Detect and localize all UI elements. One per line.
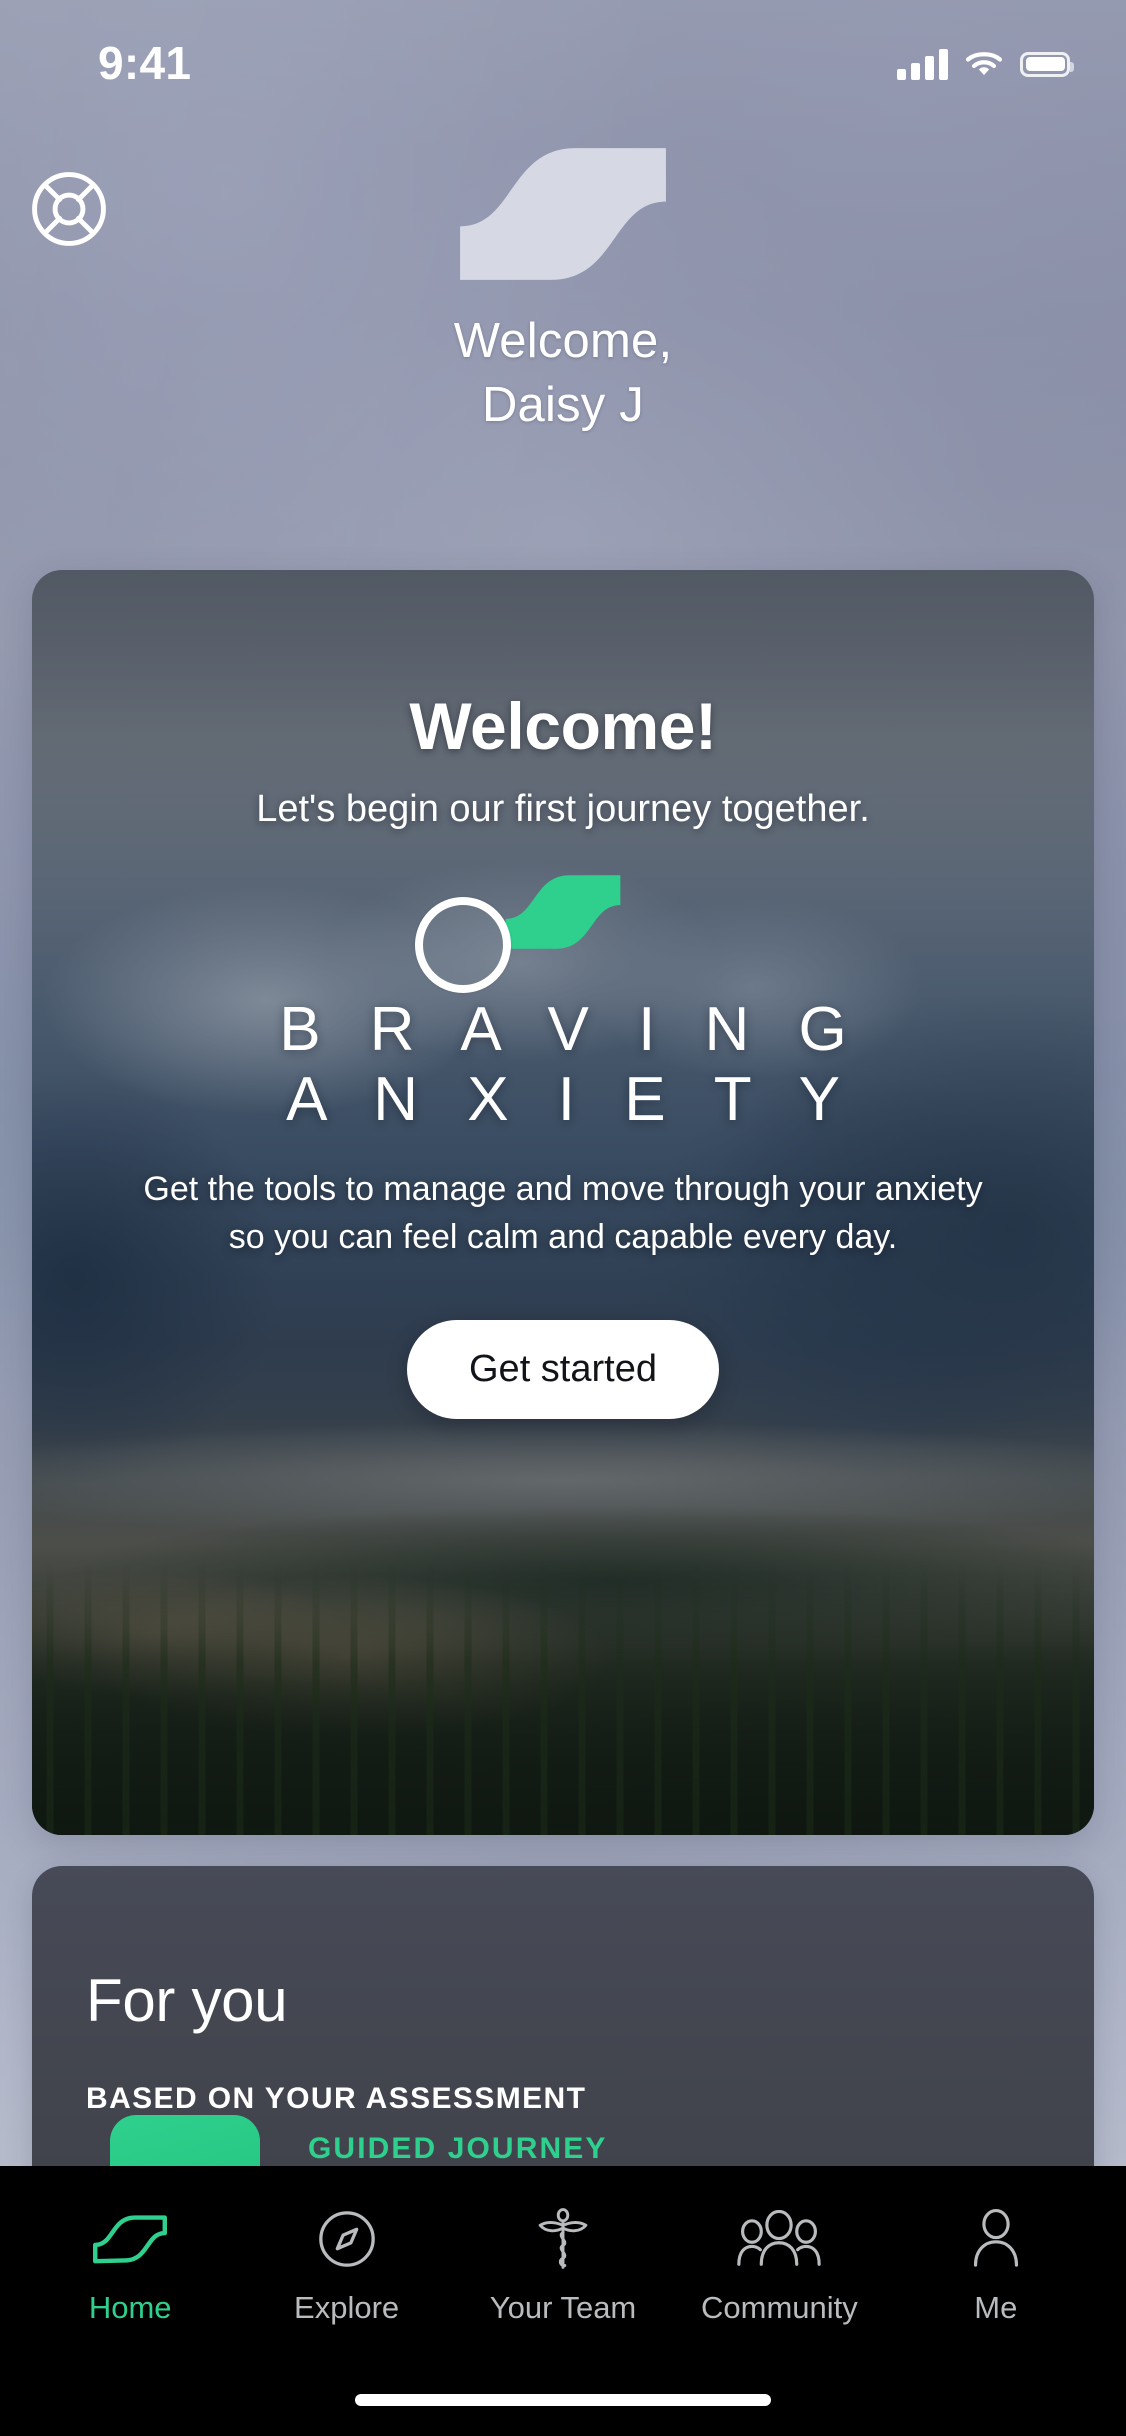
status-bar-indicators: [897, 48, 1074, 80]
people-group-icon: [737, 2206, 822, 2272]
tab-me-label: Me: [974, 2290, 1018, 2325]
program-title-line-1: B R A V I N G: [279, 995, 863, 1064]
wave-home-icon: [93, 2206, 168, 2272]
status-bar-time: 9:41: [98, 37, 192, 89]
tab-home[interactable]: Home: [22, 2206, 238, 2326]
tab-your-team-label: Your Team: [489, 2290, 637, 2325]
program-title: B R A V I N G A N X I E T Y: [263, 995, 863, 1135]
wave-accent-icon: [505, 875, 621, 949]
get-started-button[interactable]: Get started: [407, 1319, 719, 1419]
caduceus-icon: [534, 2206, 592, 2272]
tab-home-label: Home: [88, 2290, 172, 2325]
wave-logo-icon: [460, 148, 666, 280]
status-bar: 9:41: [0, 0, 1126, 120]
program-description: Get the tools to manage and move through…: [143, 1165, 982, 1262]
person-icon: [969, 2206, 1023, 2272]
tab-community-label: Community: [701, 2290, 858, 2325]
app-screen: 9:41 Welcome, Daisy J Welcome! Let's beg…: [0, 0, 1126, 2436]
for-you-title: For you: [86, 1967, 288, 2034]
tab-your-team[interactable]: Your Team: [455, 2206, 671, 2326]
life-ring-logo-icon[interactable]: [28, 168, 110, 250]
tab-community[interactable]: Community: [671, 2206, 887, 2326]
hero-welcome-heading: Welcome!: [409, 689, 717, 763]
program-description-line-1: Get the tools to manage and move through…: [143, 1170, 983, 1209]
greeting-line-2: Daisy J: [481, 377, 645, 432]
battery-icon: [1020, 51, 1074, 77]
app-header: Welcome, Daisy J: [0, 120, 1126, 570]
tab-explore-label: Explore: [294, 2290, 400, 2325]
hero-welcome-subtitle: Let's begin our first journey together.: [256, 788, 870, 830]
program-description-line-2: so you can feel calm and capable every d…: [228, 1218, 898, 1257]
compass-icon: [316, 2206, 378, 2272]
cursor-ring-indicator: [415, 897, 511, 993]
greeting-line-1: Welcome,: [453, 314, 673, 368]
home-indicator[interactable]: [355, 2394, 771, 2406]
wifi-icon: [965, 52, 1003, 75]
tab-me[interactable]: Me: [888, 2206, 1104, 2326]
hero-content: Welcome! Let's begin our first journey t…: [32, 570, 1094, 1835]
tab-explore[interactable]: Explore: [238, 2206, 454, 2326]
guided-journey-kicker: GUIDED JOURNEY: [308, 2132, 608, 2165]
program-title-line-2: A N X I E T Y: [286, 1065, 856, 1135]
cellular-signal-icon: [897, 48, 948, 80]
hero-program-card[interactable]: Welcome! Let's begin our first journey t…: [32, 570, 1094, 1835]
greeting: Welcome, Daisy J: [0, 310, 1126, 437]
for-you-subtitle: BASED ON YOUR ASSESSMENT: [86, 2082, 587, 2115]
